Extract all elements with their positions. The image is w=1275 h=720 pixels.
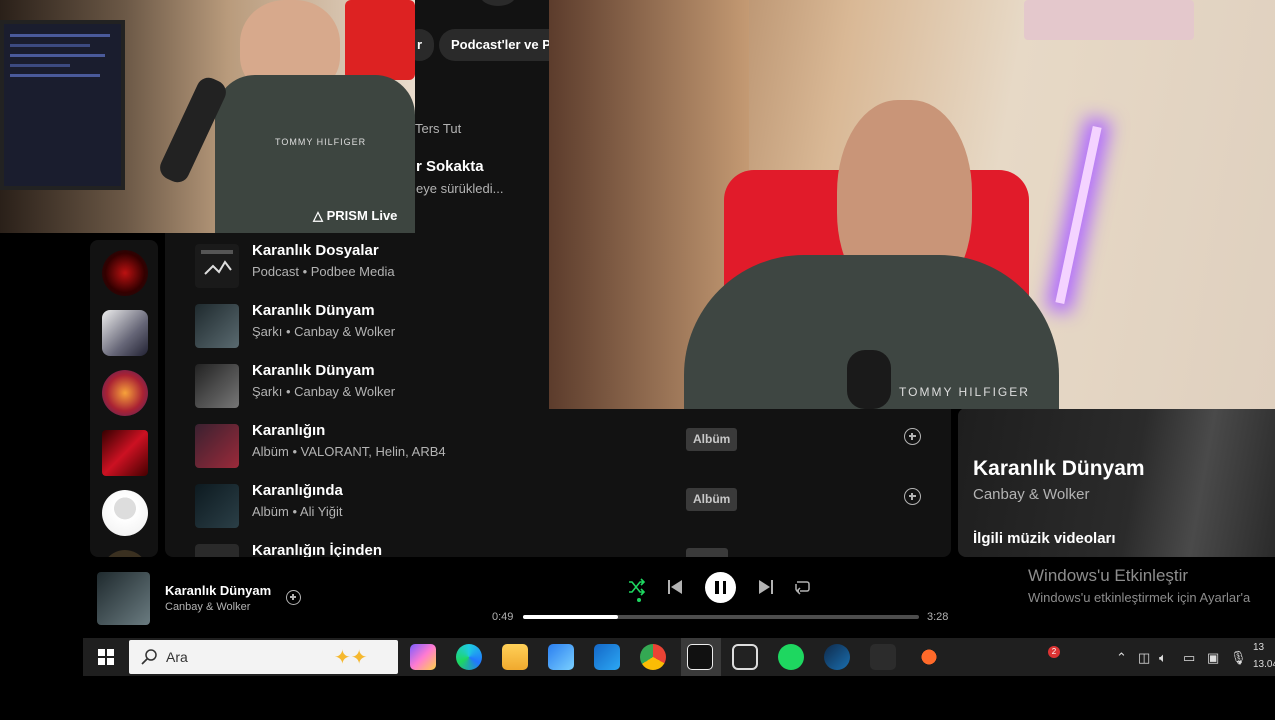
partial-result-title[interactable]: r Sokakta (416, 158, 484, 175)
windows-taskbar: Ara ✦✦ 2 ⌃ ◫ 🔈︎ ▭ ▣ 🎙︎ 13 13.04 (83, 638, 1275, 676)
current-track-cover[interactable] (97, 572, 150, 625)
neon-light (1055, 126, 1102, 304)
network-icon[interactable]: ▭ (1183, 650, 1195, 666)
library-item-cover[interactable] (102, 430, 148, 476)
result-row[interactable]: Karanlığın Albüm • VALORANT, Helin, ARB4… (195, 418, 935, 474)
chair-back (345, 0, 415, 80)
obs-icon[interactable] (732, 644, 758, 670)
app-icon[interactable] (870, 644, 896, 670)
type-badge: Albüm (686, 428, 738, 451)
microphone (847, 350, 891, 409)
chevron-up-icon[interactable]: ⌃ (1116, 650, 1127, 666)
library-item-avatar[interactable] (102, 250, 148, 296)
result-row[interactable]: Karanlığında Albüm • Ali Yiğit Albüm (195, 478, 935, 534)
search-icon (141, 649, 157, 670)
result-subtitle: Şarkı • Canbay & Wolker (252, 324, 396, 339)
result-title: Karanlık Dosyalar (252, 242, 379, 259)
activation-watermark-subtitle: Windows'u etkinleştirmek için Ayarlar'a (1028, 590, 1251, 605)
result-thumbnail (195, 304, 239, 348)
progress-fill (523, 615, 619, 619)
result-title: Karanlığın İçinden (252, 542, 383, 557)
shirt-logo: TOMMY HILFIGER (899, 385, 1030, 399)
shuffle-active-dot (637, 598, 641, 602)
now-playing-artist[interactable]: Canbay & Wolker (973, 486, 1089, 503)
steam-icon[interactable] (824, 644, 850, 670)
result-subtitle: Şarkı • Canbay & Wolker (252, 384, 396, 399)
volume-icon[interactable]: 🔈︎ (1159, 650, 1167, 666)
related-videos-heading: İlgili müzik videoları (973, 530, 1116, 547)
result-thumbnail (195, 424, 239, 468)
current-track-artist[interactable]: Canbay & Wolker (165, 601, 250, 613)
display-icon[interactable]: ▣ (1207, 650, 1219, 666)
elapsed-time: 0:49 (492, 611, 514, 623)
shirt-logo: TOMMY HILFIGER (275, 137, 367, 147)
partial-result-subtitle: eye sürükledi... (416, 181, 504, 196)
activation-watermark-title: Windows'u Etkinleştir (1028, 566, 1189, 585)
search-placeholder: Ara (166, 649, 188, 665)
library-item-avatar[interactable] (102, 370, 148, 416)
clock-date[interactable]: 13.04 (1253, 659, 1275, 670)
prism-live-badge: △ PRISM Live (313, 208, 398, 223)
microphone-icon[interactable]: 🎙︎ (1230, 650, 1247, 666)
progress-bar[interactable] (523, 615, 919, 619)
file-explorer-icon[interactable] (502, 644, 528, 670)
result-thumbnail (195, 484, 239, 528)
microsoft-store-icon[interactable] (548, 644, 574, 670)
add-to-library-icon[interactable] (286, 590, 301, 605)
prism-logo-icon: △ (313, 208, 327, 223)
library-item-avatar[interactable] (102, 550, 148, 557)
webcam-overlay-small: TOMMY HILFIGER △ PRISM Live (0, 0, 415, 233)
next-icon[interactable] (758, 579, 774, 600)
search-highlight-icon: ✦✦ (334, 647, 368, 669)
duration-time: 3:28 (927, 611, 949, 623)
previous-icon[interactable] (667, 579, 683, 600)
result-subtitle: Albüm • Ali Yiğit (252, 504, 343, 519)
copilot-icon[interactable] (410, 644, 436, 670)
prism-live-icon[interactable] (687, 644, 713, 670)
add-circle-icon[interactable] (904, 428, 921, 445)
result-row[interactable]: Karanlığın İçinden (195, 538, 935, 557)
add-circle-icon[interactable] (904, 488, 921, 505)
library-sidebar (90, 240, 158, 557)
pause-button[interactable] (705, 572, 736, 603)
nav-button-top[interactable] (480, 0, 516, 6)
current-track-title[interactable]: Karanlık Dünyam (165, 583, 271, 598)
result-thumbnail (195, 244, 239, 288)
monitor-screen (0, 20, 125, 190)
library-item-avatar[interactable] (102, 490, 148, 536)
notification-badge: 2 (1048, 646, 1060, 658)
result-title: Karanlık Dünyam (252, 362, 375, 379)
camera-icon[interactable]: ◫ (1138, 650, 1150, 666)
repeat-icon[interactable] (794, 579, 811, 600)
app-orange-icon[interactable] (916, 644, 942, 670)
result-thumbnail (195, 544, 239, 557)
result-title: Karanlığında (252, 482, 343, 499)
library-item-cover[interactable] (102, 310, 148, 356)
player-bar: Karanlık Dünyam Canbay & Wolker 0:49 3:2… (90, 560, 1275, 636)
now-playing-title[interactable]: Karanlık Dünyam (973, 457, 1145, 481)
result-title: Karanlık Dünyam (252, 302, 375, 319)
result-title: Karanlığın (252, 422, 326, 439)
result-thumbnail (195, 364, 239, 408)
type-badge: Albüm (686, 488, 738, 511)
partial-result-subtitle: Ters Tut (415, 121, 462, 136)
edge-browser-icon[interactable] (456, 644, 482, 670)
taskbar-search-box[interactable]: Ara ✦✦ (129, 640, 398, 674)
spotify-icon[interactable] (778, 644, 804, 670)
clock-time[interactable]: 13 (1253, 642, 1264, 653)
wall-photos (1024, 0, 1194, 40)
outlook-icon[interactable] (594, 644, 620, 670)
result-subtitle: Albüm • VALORANT, Helin, ARB4 (252, 444, 446, 459)
now-playing-panel: Karanlık Dünyam Canbay & Wolker İlgili m… (958, 408, 1275, 557)
result-subtitle: Podcast • Podbee Media (252, 264, 395, 279)
chrome-icon[interactable] (640, 644, 666, 670)
type-badge (686, 548, 728, 557)
screen: r Podcast'ler ve Pr Ters Tut r Sokakta e… (0, 0, 1275, 720)
webcam-overlay-large: TOMMY HILFIGER (549, 0, 1275, 409)
windows-start-icon[interactable] (98, 649, 114, 670)
